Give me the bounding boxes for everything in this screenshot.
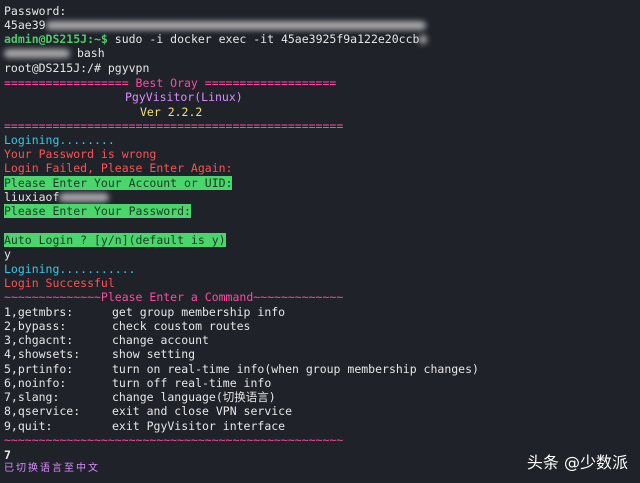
menu-item: 7,slang: change language(切换语言) [4, 390, 276, 404]
menu-item-desc: show setting [112, 347, 196, 361]
password-line: 45ae39 [4, 18, 426, 32]
menu-item-cmd: 9,quit: [4, 419, 53, 433]
menu-item: 3,chgacnt: change account [4, 333, 209, 347]
menu-item-cmd: 4,showsets: [4, 347, 81, 361]
app-name: PgyVisitor(Linux) [125, 90, 243, 104]
menu-item-desc: exit and close VPN service [112, 404, 293, 418]
menu-item: 1,getmbrs: get group membership info [4, 305, 285, 319]
password-label: Password: [4, 4, 67, 18]
enter-password-prompt: Please Enter Your Password: [4, 204, 191, 218]
account-value: liuxiaof [4, 190, 60, 204]
docker-command: sudo -i docker exec -it 45ae3925f9a122e2… [107, 32, 420, 46]
logining-status-2: Logining........... [4, 262, 136, 276]
redacted-password [45, 21, 426, 30]
login-failed-message: Login Failed, Please Enter Again: [4, 161, 233, 175]
enter-account-prompt: Please Enter Your Account or UID: [4, 176, 233, 190]
menu-item-desc: turn off real-time info [112, 376, 272, 390]
root-prompt: root@DS215J:/# [4, 61, 101, 75]
terminal-window[interactable]: Password: 45ae39 admin@DS215J:~$ sudo -i… [0, 0, 640, 483]
menu-item-desc: get group membership info [112, 305, 286, 319]
menu-item-cmd: 8,qservice: [4, 404, 81, 418]
menu-item-cmd: 3,chgacnt: [4, 333, 74, 347]
menu-header: ~~~~~~~~~~~~~~Please Enter a Command~~~~… [4, 290, 344, 304]
user-prompt: admin@DS215J:~$ [4, 32, 108, 46]
docker-command-tail-line: bash [4, 46, 105, 60]
redacted-account [59, 193, 110, 202]
account-input-line[interactable]: liuxiaof [4, 190, 110, 204]
menu-item-cmd: 6,noinfo: [4, 376, 67, 390]
root-command: pgyvpn [100, 61, 150, 75]
menu-item: 8,qservice: exit and close VPN service [4, 404, 292, 418]
menu-item-cmd: 2,bypass: [4, 319, 67, 333]
menu-item: 5,prtinfo: turn on real-time info(when gr… [4, 362, 479, 376]
banner-bottom: ========================================… [4, 119, 344, 133]
menu-item-cmd: 5,prtinfo: [4, 362, 74, 376]
auto-login-prompt: Auto Login ? [y/n](default is y) [4, 233, 226, 247]
menu-item: 4,showsets: show setting [4, 347, 195, 361]
menu-item-cmd: 1,getmbrs: [4, 305, 74, 319]
redacted-container-id [419, 35, 428, 44]
docker-command-line: admin@DS215J:~$ sudo -i docker exec -it … [4, 32, 428, 46]
redacted-container-id-2 [4, 49, 70, 58]
menu-item-desc: change language(切换语言) [112, 390, 276, 404]
menu-item: 9,quit: exit PgyVisitor interface [4, 419, 285, 433]
root-command-line: root@DS215J:/# pgyvpn [4, 61, 149, 75]
menu-item: 6,noinfo: turn off real-time info [4, 376, 271, 390]
menu-item-desc: exit PgyVisitor interface [112, 419, 286, 433]
menu-item-desc: check coustom routes [112, 319, 251, 333]
banner-top: ================== Best Oray ===========… [4, 76, 337, 90]
wrong-password-message: Your Password is wrong [4, 147, 157, 161]
app-version: Ver 2.2.2 [140, 105, 203, 119]
menu-item-desc: turn on real-time info(when group member… [112, 362, 479, 376]
menu-item-desc: change account [112, 333, 209, 347]
user-input[interactable]: 7 [4, 448, 11, 462]
password-value: 45ae39 [4, 18, 46, 32]
menu-footer: ~~~~~~~~~~~~~~~~~~~~~~~~~~~~~~~~~~~~~~~~… [4, 433, 344, 447]
language-switched-message: 已切换语言至中文 [4, 463, 100, 474]
logining-status-1: Logining........ [4, 133, 115, 147]
menu-item: 2,bypass: check coustom routes [4, 319, 250, 333]
auto-login-answer: y [4, 247, 11, 261]
login-success-message: Login Successful [4, 276, 115, 290]
menu-item-cmd: 7,slang: [4, 390, 60, 404]
docker-command-tail: bash [76, 46, 105, 60]
watermark: 头条 @少数派 [526, 453, 628, 472]
